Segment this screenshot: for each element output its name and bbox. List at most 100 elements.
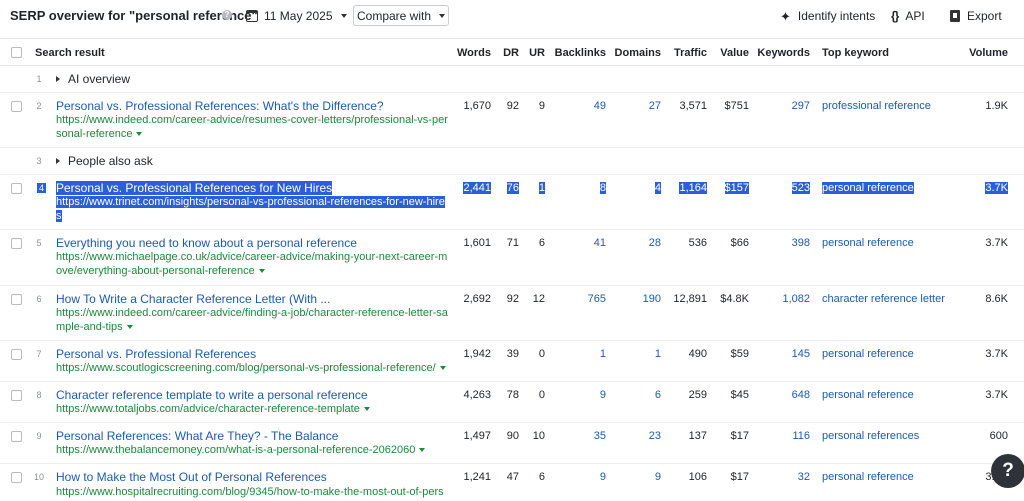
words-value: 1,497 [463,430,491,442]
result-url-link[interactable]: https://www.hospitalrecruiting.com/blog/… [56,485,448,499]
result-url-link[interactable]: https://www.indeed.com/career-advice/res… [56,113,448,141]
backlinks-link[interactable]: 1 [548,348,606,360]
result-url-link[interactable]: https://www.scoutlogicscreening.com/blog… [56,361,448,375]
result-url-link[interactable]: https://www.trinet.com/insights/personal… [56,195,448,223]
volume-value: 8.6K [985,293,1008,305]
col-keywords[interactable]: Keywords [753,47,810,59]
backlinks-link[interactable]: 35 [548,430,606,442]
row-checkbox[interactable] [11,472,22,483]
domains-link[interactable]: 27 [610,100,661,112]
keywords-link[interactable]: 1,082 [753,293,810,305]
volume-value: 3.7K [985,182,1008,194]
chevron-down-icon[interactable] [419,448,426,453]
ai-overview-toggle[interactable]: AI overview [56,72,130,86]
col-backlinks[interactable]: Backlinks [548,47,606,59]
col-search-result[interactable]: Search result [35,47,105,59]
row-number: 3 [36,156,42,166]
row-number: 5 [36,238,42,248]
backlinks-link[interactable]: 8 [548,182,606,194]
select-all-checkbox[interactable] [11,47,22,58]
chevron-down-icon[interactable] [126,325,133,330]
top-keyword-link[interactable]: personal reference [822,348,914,360]
domains-link[interactable]: 4 [610,182,661,194]
backlinks-link[interactable]: 765 [548,293,606,305]
keywords-link[interactable]: 398 [753,237,810,249]
domains-link[interactable]: 190 [610,293,661,305]
traffic-value: 3,571 [679,100,707,112]
help-chat-button[interactable]: ? [991,454,1024,488]
top-keyword-link[interactable]: personal references [822,430,919,442]
domains-link[interactable]: 23 [610,430,661,442]
result-title-link[interactable]: Personal vs. Professional References for… [56,181,333,195]
chevron-down-icon[interactable] [136,132,143,137]
api-label: API [905,9,925,23]
col-top-keyword[interactable]: Top keyword [822,47,889,59]
keywords-link[interactable]: 523 [753,182,810,194]
domains-link[interactable]: 9 [610,471,661,483]
top-keyword-link[interactable]: personal reference [822,389,914,401]
chevron-down-icon[interactable] [363,407,370,412]
export-button[interactable]: Export [950,6,1002,26]
result-url-link[interactable]: https://www.michaelpage.co.uk/advice/car… [56,250,448,278]
row-checkbox[interactable] [11,390,22,401]
volume-value: 600 [989,430,1008,442]
keywords-link[interactable]: 297 [753,100,810,112]
people-also-ask-toggle[interactable]: People also ask [56,154,153,168]
col-volume[interactable]: Volume [960,47,1008,59]
date-picker[interactable]: 11 May 2025 [246,6,347,26]
col-traffic[interactable]: Traffic [665,47,707,59]
result-title-link[interactable]: How To Write a Character Reference Lette… [56,292,330,306]
result-title-link[interactable]: Personal References: What Are They? - Th… [56,429,338,443]
value-value: $4.8K [720,293,749,305]
backlinks-link[interactable]: 49 [548,100,606,112]
compare-with-button[interactable]: Compare with [353,5,449,26]
col-value[interactable]: Value [712,47,749,59]
col-ur[interactable]: UR [523,47,545,59]
chevron-down-icon[interactable] [439,366,446,371]
backlinks-link[interactable]: 41 [548,237,606,249]
traffic-value: 106 [688,471,707,483]
col-words[interactable]: Words [450,47,491,59]
row-checkbox[interactable] [11,238,22,249]
backlinks-link[interactable]: 9 [548,471,606,483]
backlinks-link[interactable]: 9 [548,389,606,401]
chevron-down-icon[interactable] [258,269,265,274]
row-checkbox[interactable] [11,431,22,442]
result-url-link[interactable]: https://www.indeed.com/career-advice/fin… [56,306,448,334]
result-title-link[interactable]: Character reference template to write a … [56,388,368,402]
row-checkbox[interactable] [11,183,22,194]
group-row-ai-overview[interactable]: 1 AI overview [0,66,1024,93]
row-checkbox[interactable] [11,294,22,305]
result-title-link[interactable]: Personal vs. Professional References: Wh… [56,99,384,113]
col-domains[interactable]: Domains [610,47,661,59]
row-number: 7 [36,349,42,359]
help-icon[interactable]: ? [222,10,232,20]
table-header: Search result Words DR UR Backlinks Doma… [0,38,1024,66]
domains-link[interactable]: 6 [610,389,661,401]
col-dr[interactable]: DR [495,47,519,59]
keywords-link[interactable]: 116 [753,430,810,442]
domains-link[interactable]: 28 [610,237,661,249]
traffic-value: 137 [688,430,707,442]
result-title-link[interactable]: Personal vs. Professional References [56,347,256,361]
top-keyword-link[interactable]: character reference letter [822,293,945,305]
keywords-link[interactable]: 32 [753,471,810,483]
top-keyword-link[interactable]: personal reference [822,182,914,194]
row-checkbox[interactable] [11,101,22,112]
top-keyword-link[interactable]: personal reference [822,237,914,249]
keywords-link[interactable]: 648 [753,389,810,401]
domains-link[interactable]: 1 [610,348,661,360]
group-row-people-also-ask[interactable]: 3 People also ask [0,148,1024,175]
result-title-link[interactable]: Everything you need to know about a pers… [56,236,357,250]
row-checkbox[interactable] [11,349,22,360]
api-button[interactable]: {} API [891,6,925,26]
keywords-link[interactable]: 145 [753,348,810,360]
row-number: 1 [36,74,42,84]
identify-intents-button[interactable]: ✦ Identify intents [780,6,875,26]
result-url-link[interactable]: https://www.totaljobs.com/advice/charact… [56,402,448,416]
dr-value: 90 [506,430,519,442]
result-url-link[interactable]: https://www.thebalancemoney.com/what-is-… [56,443,448,457]
top-keyword-link[interactable]: personal reference [822,471,914,483]
result-title-link[interactable]: How to Make the Most Out of Personal Ref… [56,470,327,484]
top-keyword-link[interactable]: professional reference [822,100,931,112]
